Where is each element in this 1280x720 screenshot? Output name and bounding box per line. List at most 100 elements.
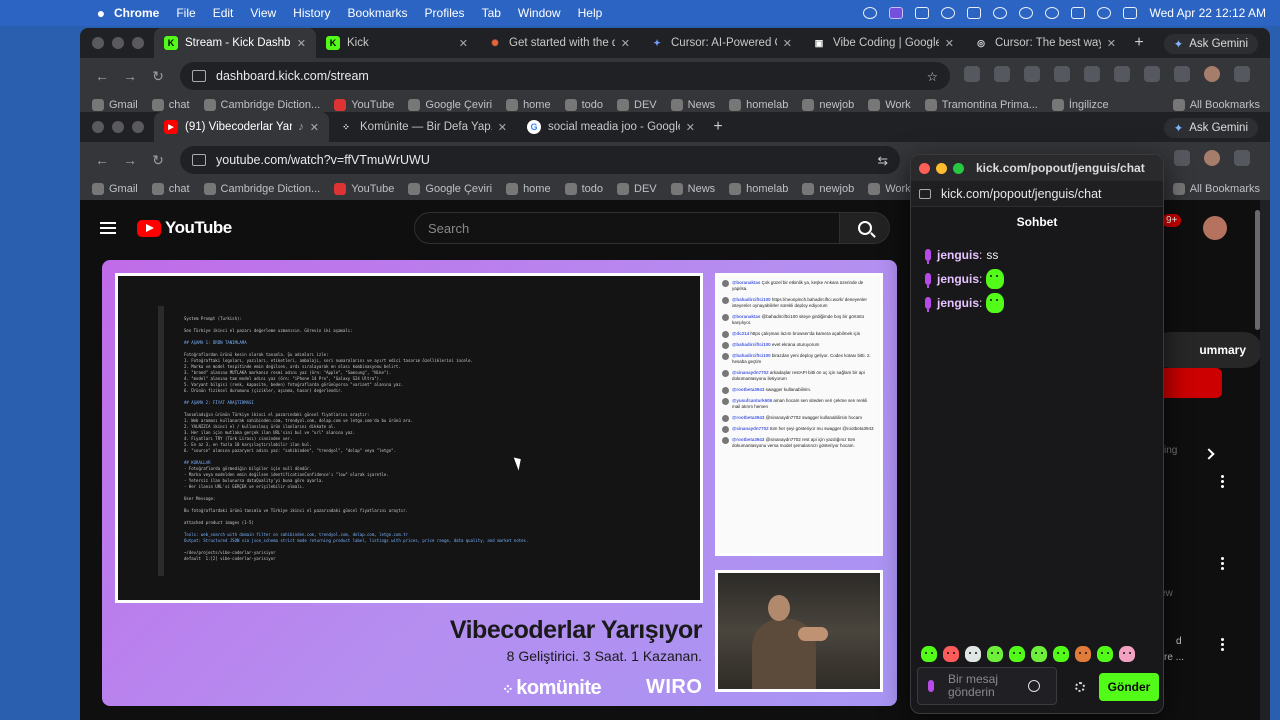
screen-share-icon[interactable] [889, 7, 904, 19]
maximize-window-button[interactable] [132, 37, 144, 49]
sort-icon[interactable] [915, 7, 930, 19]
new-tab-button[interactable]: + [1126, 34, 1152, 52]
menu-tab[interactable]: Tab [482, 6, 501, 20]
close-window-button[interactable] [92, 121, 104, 133]
bookmark-item[interactable]: Gmail [92, 99, 138, 111]
bookmark-item[interactable]: Gmail [92, 183, 138, 195]
chat-username[interactable]: jenguis [937, 248, 979, 262]
more-options-icon[interactable] [1221, 643, 1224, 646]
media-icon[interactable] [1174, 66, 1190, 82]
reading-list-icon[interactable] [1114, 66, 1130, 82]
bookmark-folder[interactable]: İngilizce [1051, 99, 1109, 111]
chat-username[interactable]: jenguis [937, 272, 979, 286]
emoji-picker-icon[interactable] [1028, 680, 1040, 692]
tab-cursor-ai[interactable]: ✦ Cursor: AI-Powered Co ✕ [640, 28, 802, 58]
bookmark-item[interactable]: Cambridge Diction... [203, 183, 320, 195]
extension-icon[interactable] [964, 66, 980, 82]
tab-google-search[interactable]: G social meadia joo - Google'da ✕ [517, 112, 705, 142]
bookmark-folder[interactable]: homelab [729, 99, 788, 111]
kick-emote-icon[interactable] [986, 269, 1005, 289]
menu-window[interactable]: Window [518, 6, 561, 20]
back-arrow-icon[interactable]: ← [88, 152, 116, 168]
forward-arrow-icon[interactable]: → [116, 152, 144, 168]
close-tab-icon[interactable]: ✕ [498, 121, 507, 134]
new-tab-button[interactable]: + [705, 118, 731, 136]
all-bookmarks[interactable]: All Bookmarks [1172, 99, 1260, 111]
forward-arrow-icon[interactable]: → [116, 68, 144, 84]
close-tab-icon[interactable]: ✕ [621, 37, 630, 50]
chat-message-input[interactable]: Bir mesaj gönderin [917, 667, 1057, 705]
back-arrow-icon[interactable]: ← [88, 68, 116, 84]
bookmark-folder[interactable]: newjob [802, 99, 854, 111]
chrome-menu-icon[interactable] [1234, 150, 1250, 166]
search-input[interactable]: Search [414, 212, 840, 244]
bookmark-item[interactable]: DEV [617, 183, 657, 195]
close-window-button[interactable] [919, 162, 930, 174]
search-button[interactable] [840, 212, 890, 244]
menu-view[interactable]: View [250, 6, 276, 20]
wifi-icon[interactable] [1019, 7, 1034, 19]
reload-icon[interactable]: ↻ [144, 68, 172, 85]
site-info-icon[interactable] [919, 188, 931, 199]
menu-edit[interactable]: Edit [213, 6, 234, 20]
bookmark-item[interactable]: Tramontina Prima... [924, 99, 1038, 111]
apple-menu-icon[interactable]: ● [88, 5, 114, 21]
tab-youtube-video[interactable]: ▶ (91) Vibecoderlar Yarışıyor ♪ ✕ [154, 112, 329, 142]
tab-get-started[interactable]: ✺ Get started with the de ✕ [478, 28, 640, 58]
emote-icon[interactable] [921, 646, 937, 662]
bookmark-folder[interactable]: Work [868, 183, 911, 195]
all-bookmarks[interactable]: All Bookmarks [1172, 183, 1260, 195]
summary-button[interactable]: ummary [1152, 332, 1260, 368]
chat-username[interactable]: jenguis [937, 296, 979, 310]
emote-icon[interactable] [1009, 646, 1025, 662]
bike-icon[interactable] [941, 7, 956, 19]
kick-emote-icon[interactable] [986, 293, 1005, 313]
menu-profiles[interactable]: Profiles [425, 6, 465, 20]
chrome-menu-icon[interactable] [1234, 66, 1250, 82]
tab-kick[interactable]: K Kick ✕ [316, 28, 478, 58]
close-tab-icon[interactable]: ✕ [297, 37, 306, 50]
site-info-icon[interactable] [192, 154, 206, 166]
hamburger-menu-icon[interactable] [100, 222, 116, 234]
bookmark-folder[interactable]: home [506, 183, 551, 195]
battery-icon[interactable] [1071, 7, 1086, 19]
close-tab-icon[interactable]: ✕ [945, 37, 954, 50]
maximize-window-button[interactable] [953, 162, 964, 174]
send-button[interactable]: Gönder [1099, 673, 1159, 701]
video-player[interactable]: System Prompt (Turkish): Sen Türkiye ikin… [102, 260, 897, 706]
bookmark-star-icon[interactable]: ☆ [927, 69, 938, 84]
emote-icon[interactable] [1097, 646, 1113, 662]
emote-icon[interactable] [1053, 646, 1069, 662]
emote-icon[interactable] [1031, 646, 1047, 662]
bookmark-item[interactable]: chat [151, 183, 190, 195]
menu-help[interactable]: Help [578, 6, 603, 20]
popout-url-bar[interactable]: kick.com/popout/jenguis/chat [911, 181, 1163, 207]
bookmark-item[interactable]: DEV [617, 99, 657, 111]
menubar-datetime[interactable]: Wed Apr 22 12:12 AM [1149, 6, 1266, 20]
emote-icon[interactable] [1119, 646, 1135, 662]
ask-gemini-button[interactable]: ✦ Ask Gemini [1163, 34, 1258, 54]
bookmark-item[interactable]: YouTube [334, 99, 394, 111]
more-options-icon[interactable] [1221, 480, 1224, 483]
youtube-logo[interactable]: YouTube [137, 218, 232, 238]
close-tab-icon[interactable]: ✕ [783, 37, 792, 50]
tab-vibe-coding[interactable]: ▣ Vibe Coding | Google A ✕ [802, 28, 964, 58]
search-icon[interactable] [1097, 7, 1112, 19]
chat-settings-gear-icon[interactable] [1075, 682, 1085, 692]
extension-icon[interactable] [1024, 66, 1040, 82]
bookmark-item[interactable]: YouTube [334, 183, 394, 195]
bookmark-item[interactable]: Cambridge Diction... [203, 99, 320, 111]
extension-icon[interactable] [994, 66, 1010, 82]
puzzle-icon[interactable] [1084, 66, 1100, 82]
bookmark-folder[interactable]: homelab [729, 183, 788, 195]
bookmark-item[interactable]: chat [151, 99, 190, 111]
emote-icon[interactable] [987, 646, 1003, 662]
maximize-window-button[interactable] [132, 121, 144, 133]
close-tab-icon[interactable]: ✕ [1107, 37, 1116, 50]
bookmark-folder[interactable]: News [670, 183, 715, 195]
bookmark-item[interactable]: todo [564, 99, 603, 111]
menu-chrome[interactable]: Chrome [114, 6, 159, 20]
close-window-button[interactable] [92, 37, 104, 49]
tab-kick-dashboard[interactable]: K Stream - Kick Dashboard ✕ [154, 28, 316, 58]
close-tab-icon[interactable]: ✕ [686, 121, 695, 134]
